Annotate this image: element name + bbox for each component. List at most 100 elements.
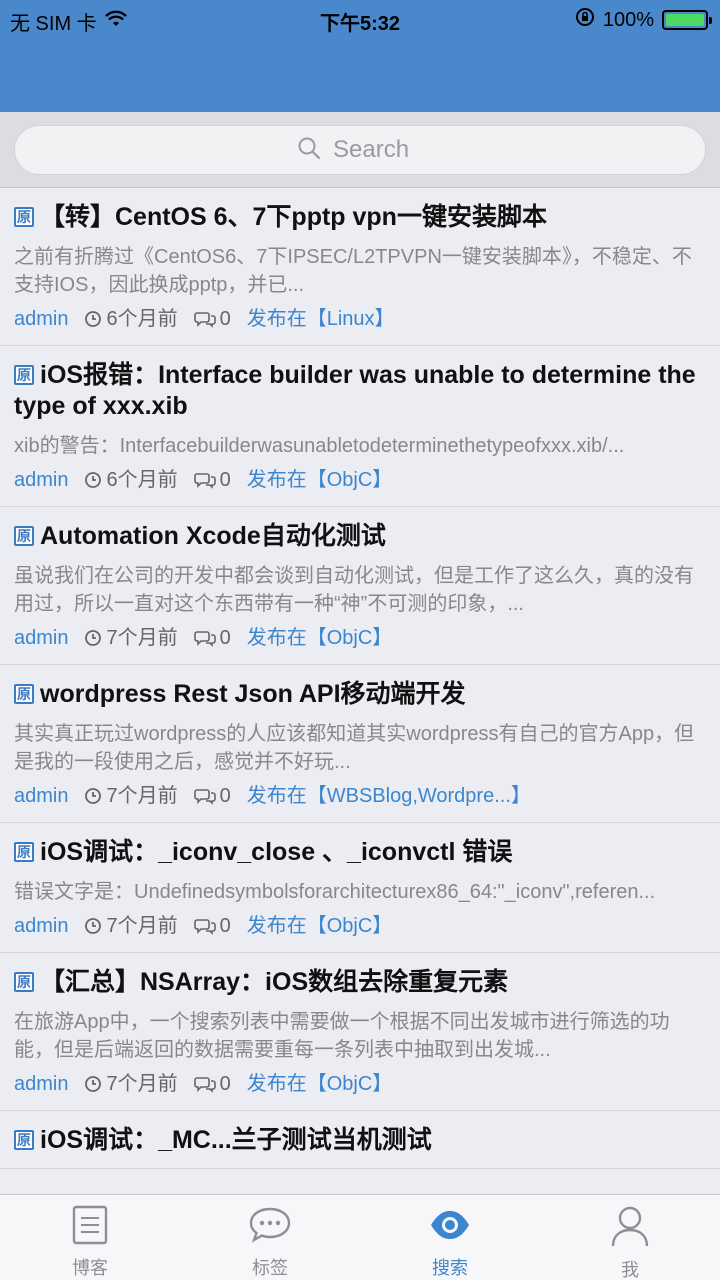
battery-level: [666, 14, 704, 26]
time-text: 7个月前: [106, 915, 178, 937]
post-time: 6个月前: [84, 466, 178, 494]
original-badge: 原: [14, 684, 34, 704]
tab-search[interactable]: 搜索: [360, 1195, 540, 1280]
battery-icon: [662, 10, 712, 30]
status-right: 100%: [575, 7, 712, 33]
search-box[interactable]: [14, 125, 706, 175]
original-badge: 原: [14, 972, 34, 992]
article-excerpt: 错误文字是：Undefinedsymbolsforarchitecturex86…: [14, 881, 656, 903]
comment-count-text: 0: [219, 785, 231, 807]
search-bar-container: [0, 112, 720, 188]
article-title-text: iOS报错：Interface builder was unable to de…: [14, 361, 696, 420]
clock-icon: [85, 472, 102, 488]
tab-label: 博客: [72, 1258, 108, 1278]
clock-icon: [85, 311, 102, 327]
category-link[interactable]: 发布在【Linux】: [247, 305, 395, 333]
battery-percent: 100%: [602, 8, 654, 31]
tab-label: 我: [621, 1260, 639, 1280]
category-link[interactable]: 发布在【ObjC】: [247, 1070, 393, 1098]
clock-icon: [85, 788, 102, 804]
post-time: 7个月前: [84, 1070, 178, 1098]
article-excerpt: 在旅游App中，一个搜索列表中需要做一个根据不同出发城市进行筛选的功能，但是后端…: [14, 1011, 670, 1061]
original-badge: 原: [14, 842, 34, 862]
comment-count: 0: [193, 624, 231, 652]
article-excerpt: xib的警告：Interfacebuilderwasunabletodeterm…: [14, 435, 625, 457]
article-item[interactable]: 原 iOS报错：Interface builder was unable to d…: [0, 346, 720, 507]
eye-icon: [428, 1205, 472, 1250]
article-meta: admin 7个月前 0 发布在【ObjC】: [14, 1070, 706, 1098]
clock-icon: [85, 918, 102, 934]
comment-icon: [193, 919, 216, 935]
category-link[interactable]: 发布在【WBSBlog,Wordpre...】: [247, 782, 531, 810]
time-text: 6个月前: [106, 308, 178, 330]
comment-count: 0: [193, 305, 231, 333]
time-text: 6个月前: [106, 469, 178, 491]
clock-icon: [85, 630, 102, 646]
article-title[interactable]: 原 iOS调试：_MC...兰子测试当机测试: [14, 1125, 706, 1156]
post-time: 7个月前: [84, 624, 178, 652]
document-icon: [72, 1205, 108, 1250]
status-bar: 无 SIM 卡 下午5:32 100%: [0, 0, 720, 38]
person-icon: [610, 1205, 650, 1252]
rotation-lock-icon: [575, 7, 595, 33]
article-title[interactable]: 原 Automation Xcode自动化测试: [14, 521, 706, 552]
comment-count: 0: [193, 912, 231, 940]
article-item[interactable]: 原 iOS调试：_iconv_close 、_iconvctl 错误 错误文字是：…: [0, 823, 720, 953]
article-item[interactable]: 原【汇总】NSArray：iOS数组去除重复元素 在旅游App中，一个搜索列表中…: [0, 953, 720, 1111]
nav-header: 无 SIM 卡 下午5:32 100%: [0, 0, 720, 112]
tab-label: 搜索: [432, 1258, 468, 1278]
search-input[interactable]: [333, 136, 423, 164]
original-badge: 原: [14, 365, 34, 385]
post-time: 7个月前: [84, 912, 178, 940]
article-excerpt: 之前有折腾过《CentOS6、7下IPSEC/L2TPVPN一键安装脚本》，不稳…: [14, 246, 692, 296]
article-title-text: 【转】CentOS 6、7下pptp vpn一键安装脚本: [40, 203, 547, 231]
author-link[interactable]: admin: [14, 466, 68, 494]
category-link[interactable]: 发布在【ObjC】: [247, 466, 393, 494]
category-link[interactable]: 发布在【ObjC】: [247, 624, 393, 652]
article-meta: admin 7个月前 0 发布在【ObjC】: [14, 624, 706, 652]
comment-count-text: 0: [219, 915, 231, 937]
article-item[interactable]: 原【转】CentOS 6、7下pptp vpn一键安装脚本 之前有折腾过《Cen…: [0, 188, 720, 346]
article-title-text: 【汇总】NSArray：iOS数组去除重复元素: [40, 968, 509, 996]
tab-blog[interactable]: 博客: [0, 1195, 180, 1280]
article-excerpt: 其实真正玩过wordpress的人应该都知道其实wordpress有自己的官方A…: [14, 723, 695, 773]
post-time: 7个月前: [84, 782, 178, 810]
time-text: 7个月前: [106, 785, 178, 807]
author-link[interactable]: admin: [14, 912, 68, 940]
article-item[interactable]: 原 Automation Xcode自动化测试 虽说我们在公司的开发中都会谈到自动…: [0, 507, 720, 665]
original-badge: 原: [14, 1130, 34, 1150]
tab-tags[interactable]: 标签: [180, 1195, 360, 1280]
article-item[interactable]: 原 wordpress Rest Json API移动端开发 其实真正玩过word…: [0, 665, 720, 823]
comment-icon: [193, 473, 216, 489]
article-meta: admin 6个月前 0 发布在【Linux】: [14, 305, 706, 333]
post-time: 6个月前: [84, 305, 178, 333]
comment-count: 0: [193, 782, 231, 810]
author-link[interactable]: admin: [14, 782, 68, 810]
article-title[interactable]: 原 iOS报错：Interface builder was unable to d…: [14, 360, 706, 422]
article-title[interactable]: 原 iOS调试：_iconv_close 、_iconvctl 错误: [14, 837, 706, 868]
article-title[interactable]: 原 wordpress Rest Json API移动端开发: [14, 679, 706, 710]
comment-icon: [193, 312, 216, 328]
comment-count-text: 0: [219, 1073, 231, 1095]
tab-me[interactable]: 我: [540, 1195, 720, 1280]
article-item[interactable]: 原 iOS调试：_MC...兰子测试当机测试: [0, 1111, 720, 1169]
tab-label: 标签: [252, 1258, 288, 1278]
author-link[interactable]: admin: [14, 1070, 68, 1098]
article-title[interactable]: 原【转】CentOS 6、7下pptp vpn一键安装脚本: [14, 202, 706, 233]
article-title-text: wordpress Rest Json API移动端开发: [40, 680, 466, 708]
article-title-text: iOS调试：_MC...兰子测试当机测试: [40, 1126, 432, 1154]
chat-bubble-icon: [248, 1205, 292, 1250]
article-title[interactable]: 原【汇总】NSArray：iOS数组去除重复元素: [14, 967, 706, 998]
author-link[interactable]: admin: [14, 305, 68, 333]
original-badge: 原: [14, 207, 34, 227]
comment-icon: [193, 1077, 216, 1093]
comment-count-text: 0: [219, 469, 231, 491]
category-link[interactable]: 发布在【ObjC】: [247, 912, 393, 940]
author-link[interactable]: admin: [14, 624, 68, 652]
search-icon: [297, 136, 321, 165]
comment-count: 0: [193, 1070, 231, 1098]
article-meta: admin 7个月前 0 发布在【ObjC】: [14, 912, 706, 940]
comment-count-text: 0: [219, 308, 231, 330]
time-text: 7个月前: [106, 627, 178, 649]
time-text: 7个月前: [106, 1073, 178, 1095]
